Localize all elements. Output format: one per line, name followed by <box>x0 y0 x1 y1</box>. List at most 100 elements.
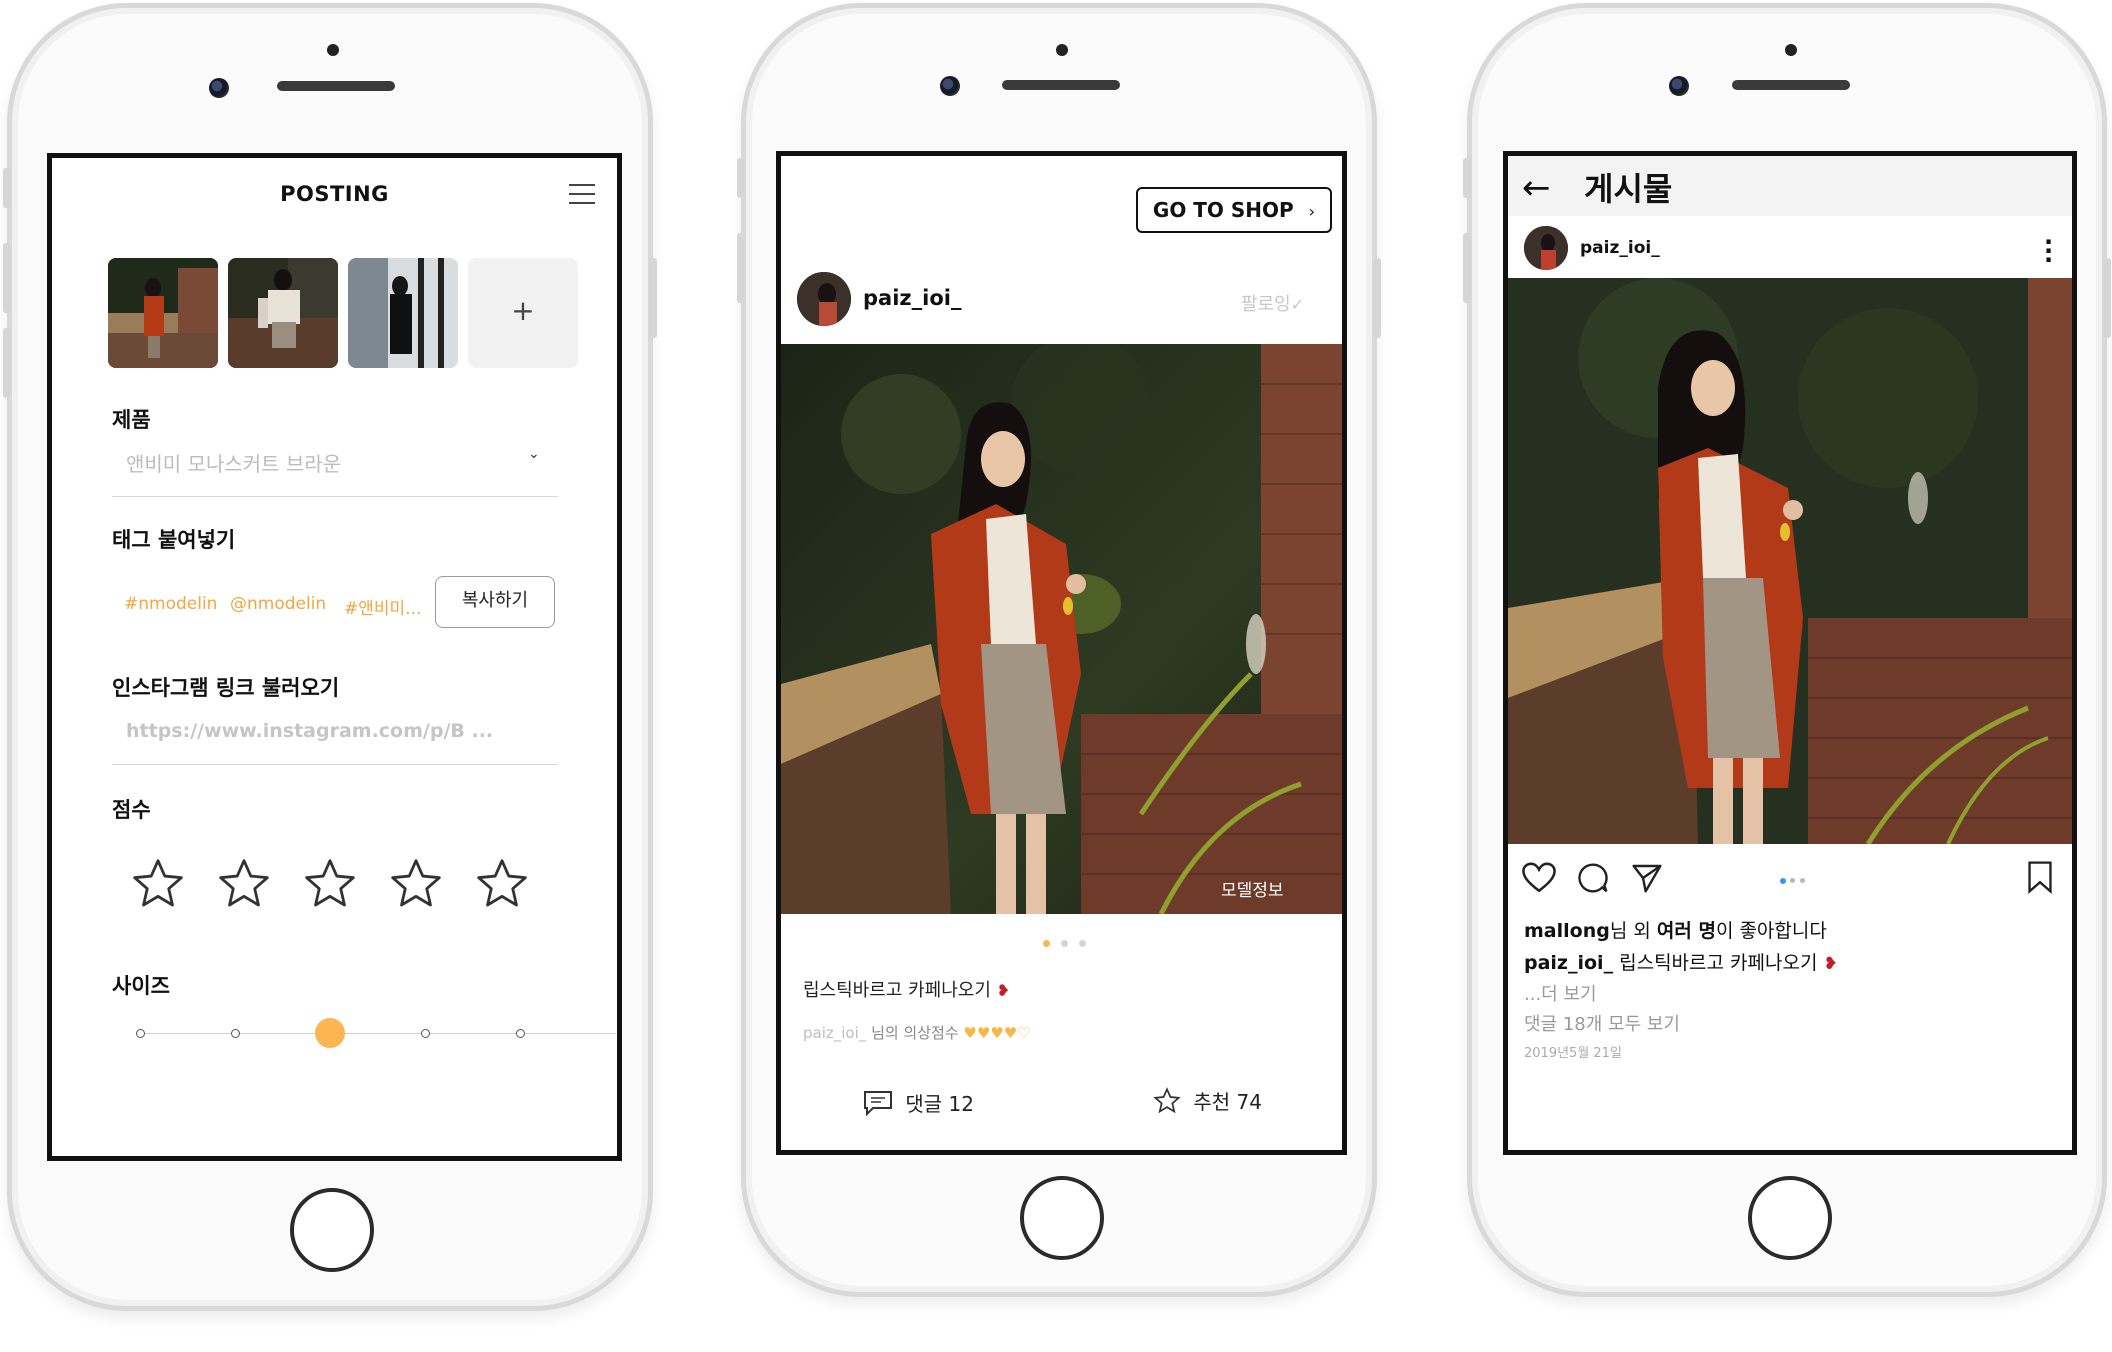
rating-star-4[interactable] <box>388 856 444 912</box>
phone-instagram-post: ← 게시물 paiz_ioi_ · · · mallong님 외 여러 명이 좋… <box>1463 3 2111 1297</box>
recommend-label: 추천 74 <box>1193 1090 1262 1114</box>
size-slider-step[interactable] <box>516 1029 525 1038</box>
page-indicator-dot <box>1800 878 1805 883</box>
comment-icon <box>864 1090 892 1116</box>
likes-suffix: 님 외 <box>1609 920 1657 942</box>
star-outline-icon <box>477 859 527 907</box>
page-indicator-dot <box>1780 878 1786 884</box>
size-slider-knob[interactable] <box>315 1018 345 1048</box>
speaker-grille <box>1732 80 1850 90</box>
phone-posting: POSTING + 제품 앤비미 모나스커트 브라운 ⌄ 태그 붙여넣기 #nm… <box>3 3 657 1311</box>
post-photo[interactable] <box>781 344 1342 914</box>
home-button[interactable] <box>290 1188 374 1272</box>
tag-item: #nmodelin <box>124 594 218 614</box>
back-arrow-icon[interactable]: ← <box>1522 168 1551 208</box>
rating-star-5[interactable] <box>474 856 530 912</box>
model-info-link[interactable]: 모델정보 <box>1221 876 1284 901</box>
comments-button[interactable]: 댓글 12 <box>863 1088 974 1117</box>
score-hearts: ♥♥♥♥♡ <box>963 1024 1031 1042</box>
post-caption: 립스틱바르고 카페나오기 ❥ <box>803 976 1010 1002</box>
likes-bold[interactable]: 여러 명 <box>1657 920 1716 942</box>
recommend-button[interactable]: 추천 74 <box>1153 1086 1262 1115</box>
product-underline <box>112 496 558 497</box>
tag-item: @nmodelin <box>230 594 327 614</box>
check-icon: ✓ <box>1290 295 1305 314</box>
rating-star-2[interactable] <box>216 856 272 912</box>
sensor-dot <box>327 44 339 56</box>
size-slider-step[interactable] <box>136 1029 145 1038</box>
shop-button-label: GO TO SHOP <box>1152 198 1294 222</box>
caption-user[interactable]: paiz_ioi_ <box>1524 952 1613 974</box>
follow-label: 팔로잉 <box>1241 294 1291 315</box>
size-slider-step[interactable] <box>231 1029 240 1038</box>
avatar[interactable] <box>797 272 851 326</box>
score-label: 점수 <box>112 798 151 822</box>
phone-post-detail: GO TO SHOP › paiz_ioi_ 팔로잉✓ 모델정보 립스틱바르고 … <box>737 3 1381 1297</box>
likes-end: 이 좋아합니다 <box>1715 920 1827 942</box>
page-title: POSTING <box>280 182 389 206</box>
caption-text: 립스틱바르고 카페나오기 <box>1613 952 1818 974</box>
posting-screen: POSTING + 제품 앤비미 모나스커트 브라운 ⌄ 태그 붙여넣기 #nm… <box>47 153 622 1161</box>
star-outline-icon <box>305 859 355 907</box>
photo-thumbnail-2[interactable] <box>228 258 338 368</box>
view-all-comments-link[interactable]: 댓글 18개 모두 보기 <box>1524 1010 1680 1036</box>
bookmark-icon[interactable] <box>2026 860 2054 894</box>
chevron-right-icon: › <box>1308 202 1316 221</box>
star-icon <box>1153 1086 1181 1113</box>
lips-icon: ❥ <box>996 981 1011 1000</box>
heart-icon[interactable] <box>1522 862 1556 894</box>
likes-user[interactable]: mallong <box>1524 920 1610 942</box>
lips-icon: ❥ <box>1823 954 1838 974</box>
chevron-down-icon[interactable]: ⌄ <box>528 446 540 462</box>
sensor-dot <box>1785 44 1797 56</box>
product-select[interactable]: 앤비미 모나스커트 브라운 <box>126 448 341 477</box>
speaker-grille <box>277 81 395 91</box>
post-detail-screen: GO TO SHOP › paiz_ioi_ 팔로잉✓ 모델정보 립스틱바르고 … <box>776 151 1347 1155</box>
copy-button[interactable]: 복사하기 <box>435 576 555 628</box>
score-user: paiz_ioi_ <box>803 1024 867 1042</box>
size-slider-step[interactable] <box>421 1029 430 1038</box>
page-indicator-dot <box>1079 940 1086 947</box>
photo-thumbnail-3[interactable] <box>348 258 458 368</box>
page-title: 게시물 <box>1584 170 1673 208</box>
front-camera <box>1669 76 1689 96</box>
page-indicator-dot <box>1061 940 1068 947</box>
home-button[interactable] <box>1748 1176 1832 1260</box>
page-indicator-dot <box>1043 940 1050 947</box>
instagram-link-input[interactable]: https://www.instagram.com/p/B ... <box>126 720 493 742</box>
more-options-icon[interactable]: · · · <box>2044 230 2053 272</box>
star-outline-icon <box>133 859 183 907</box>
size-slider-track[interactable] <box>142 1033 616 1034</box>
star-outline-icon <box>219 859 269 907</box>
sensor-dot <box>1056 44 1068 56</box>
send-icon[interactable] <box>1630 862 1664 894</box>
username[interactable]: paiz_ioi_ <box>1580 238 1660 258</box>
tag-item: #앤비미... <box>344 599 422 619</box>
avatar[interactable] <box>1524 226 1568 270</box>
speaker-grille <box>1002 80 1120 90</box>
menu-icon[interactable] <box>569 184 595 204</box>
product-label: 제품 <box>112 408 151 432</box>
more-link[interactable]: ...더 보기 <box>1524 980 1597 1006</box>
post-photo[interactable] <box>1508 278 2072 844</box>
rating-star-3[interactable] <box>302 856 358 912</box>
follow-status[interactable]: 팔로잉✓ <box>1241 290 1304 316</box>
comment-bubble-icon[interactable] <box>1576 862 1610 894</box>
likes-line: mallong님 외 여러 명이 좋아합니다 <box>1524 916 1827 943</box>
add-photo-button[interactable]: + <box>468 258 578 368</box>
instagram-label: 인스타그램 링크 불러오기 <box>112 676 340 700</box>
comments-label: 댓글 12 <box>905 1092 974 1116</box>
instagram-post-screen: ← 게시물 paiz_ioi_ · · · mallong님 외 여러 명이 좋… <box>1503 151 2077 1155</box>
front-camera <box>940 76 960 96</box>
post-date: 2019년5월 21일 <box>1524 1046 1622 1061</box>
photo-thumbnail-1[interactable] <box>108 258 218 368</box>
front-camera <box>209 78 229 98</box>
caption-text: 립스틱바르고 카페나오기 <box>803 980 991 1001</box>
app-header: ← 게시물 <box>1508 156 2072 216</box>
username[interactable]: paiz_ioi_ <box>863 286 961 310</box>
rating-star-1[interactable] <box>130 856 186 912</box>
home-button[interactable] <box>1020 1176 1104 1260</box>
score-line: paiz_ioi_ 님의 의상점수 ♥♥♥♥♡ <box>803 1022 1031 1043</box>
go-to-shop-button[interactable]: GO TO SHOP › <box>1136 187 1332 233</box>
caption-line: paiz_ioi_ 립스틱바르고 카페나오기 ❥ <box>1524 948 1838 975</box>
